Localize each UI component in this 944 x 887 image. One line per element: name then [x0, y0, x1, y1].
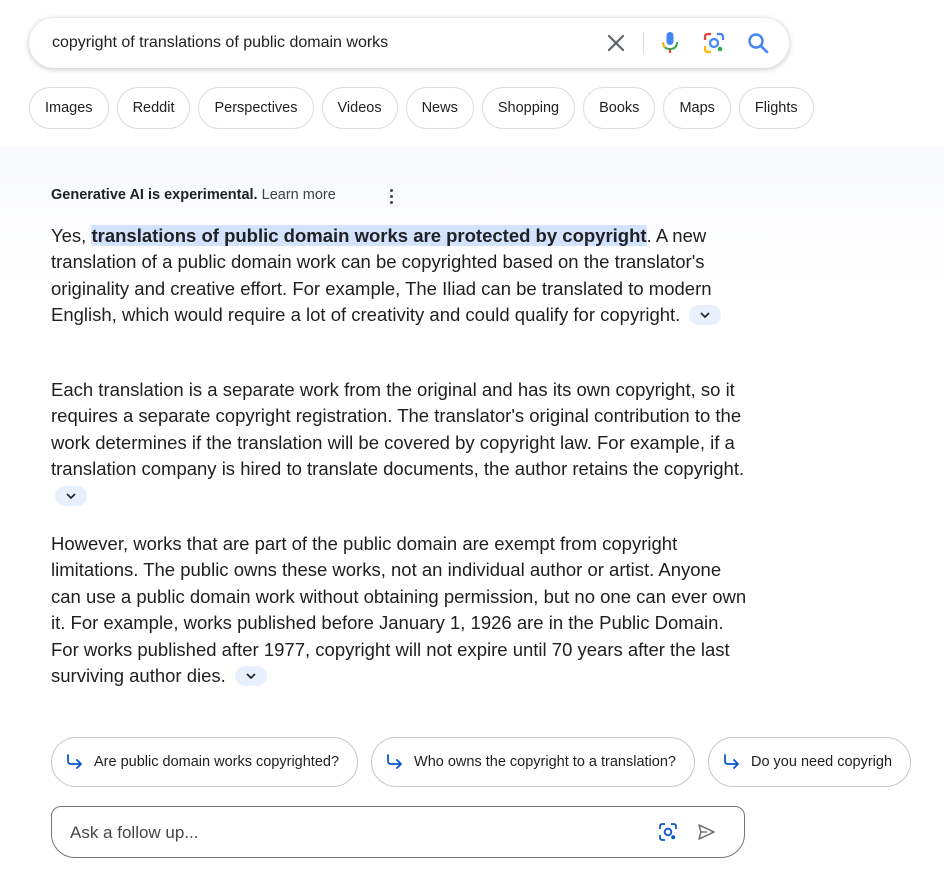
followup-label: Are public domain works copyrighted?	[94, 754, 340, 770]
chip-videos[interactable]: Videos	[321, 87, 398, 129]
close-icon[interactable]	[604, 31, 628, 55]
chip-maps[interactable]: Maps	[663, 87, 731, 129]
search-divider	[643, 32, 644, 54]
chip-shopping[interactable]: Shopping	[481, 87, 576, 129]
expand-sources-button[interactable]	[234, 666, 267, 687]
chip-images[interactable]: Images	[29, 87, 109, 129]
chip-perspectives[interactable]: Perspectives	[198, 87, 314, 129]
expand-sources-button[interactable]	[689, 305, 722, 326]
chip-books[interactable]: Books	[583, 87, 656, 129]
ai-disclaimer: Generative AI is experimental. Learn mor…	[51, 187, 336, 203]
chip-reddit[interactable]: Reddit	[116, 87, 191, 129]
microphone-icon[interactable]	[658, 31, 682, 55]
reply-arrow-icon	[67, 754, 82, 769]
followup-label: Who owns the copyright to a translation?	[414, 754, 676, 770]
answer-highlight: translations of public domain works are …	[91, 225, 647, 246]
send-icon[interactable]	[696, 822, 716, 847]
camera-lens-icon[interactable]	[658, 822, 678, 847]
answer-paragraph-3: However, works that are part of the publ…	[51, 531, 751, 689]
answer-text: However, works that are part of the publ…	[51, 533, 747, 687]
ask-placeholder: Ask a follow up...	[70, 823, 199, 842]
more-options-icon[interactable]	[384, 187, 398, 205]
chevron-down-icon	[700, 312, 711, 319]
ai-overview-panel: Generative AI is experimental. Learn mor…	[0, 147, 944, 887]
filter-chips: Images Reddit Perspectives Videos News S…	[29, 87, 814, 131]
search-icon[interactable]	[746, 31, 770, 55]
reply-arrow-icon	[387, 754, 402, 769]
followup-chip[interactable]: Do you need copyrigh	[707, 737, 912, 787]
reply-arrow-icon	[724, 754, 739, 769]
chevron-down-icon	[246, 673, 256, 680]
chip-news[interactable]: News	[405, 87, 474, 129]
followup-chip[interactable]: Are public domain works copyrighted?	[51, 737, 359, 787]
answer-paragraph-1: Yes, translations of public domain works…	[51, 223, 751, 329]
expand-sources-button[interactable]	[55, 485, 87, 506]
followup-suggestions: Are public domain works copyrighted? Who…	[51, 737, 912, 789]
ai-experimental-label: Generative AI is experimental.	[51, 187, 258, 203]
answer-paragraph-2: Each translation is a separate work from…	[51, 377, 751, 509]
answer-prefix: Yes,	[51, 225, 92, 246]
learn-more-link[interactable]: Learn more	[262, 187, 336, 203]
chevron-down-icon	[66, 493, 76, 499]
followup-chip[interactable]: Who owns the copyright to a translation?	[371, 737, 695, 787]
search-box[interactable]: copyright of translations of public doma…	[29, 18, 789, 68]
chip-flights[interactable]: Flights	[738, 87, 814, 129]
followup-label: Do you need copyrigh	[750, 754, 893, 770]
camera-lens-icon[interactable]	[702, 31, 726, 55]
search-query[interactable]: copyright of translations of public doma…	[52, 34, 388, 52]
ask-followup-input[interactable]: Ask a follow up...	[51, 806, 745, 858]
answer-text: Each translation is a separate work from…	[51, 379, 745, 480]
